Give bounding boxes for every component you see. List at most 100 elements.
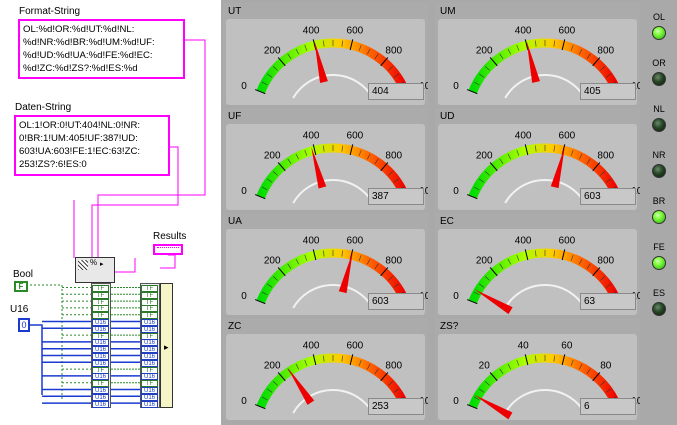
led-label-nr: NR [652,150,666,160]
gauge-hub-arc [504,389,586,414]
gauge-tick-label: 200 [476,256,493,267]
gauge-tick-label: 0 [241,81,247,92]
gauge-tick-label: 600 [347,131,364,142]
bool-constant[interactable]: F [14,281,28,292]
led-br[interactable] [652,210,666,224]
gauge-tick-label: 0 [241,186,247,197]
gauge-tick-label: 20 [479,361,491,372]
gauge-tick-label: 800 [597,256,614,267]
led-nr[interactable] [652,164,666,178]
gauge-hub-arc [504,74,586,99]
gauge-tick-label: 400 [303,236,320,247]
format-string-label: Format-String [19,6,81,17]
gauge-needle [474,394,513,420]
led-label-fe: FE [653,242,665,252]
gauge-tick-label: 400 [515,26,532,37]
gauge-tick-label: 400 [515,236,532,247]
gauge-ua[interactable]: UA02004006008001000603 [223,213,428,315]
scan-outputs-column: TF TF TF TF TF U16 U16 TF U16 U16 U16 U16 TF U16 TF U16… [91,283,111,408]
format-line: %d!UD:%d!UA:%d!FE:%d!EC: [23,50,153,61]
gauge-tick-label: 200 [264,361,281,372]
led-nl[interactable] [652,118,666,132]
gauge-tick-label: 0 [241,396,247,407]
gauge-digital-display[interactable]: 387 [368,188,424,205]
results-indicator[interactable] [153,244,183,255]
gauge-tick-label: 0 [453,81,459,92]
daten-line: OL:1!OR:0!UT:404!NL:0!NR: [19,120,141,131]
gauge-ec[interactable]: EC0200400600800100063 [435,213,640,315]
format-line: %d!NR:%d!BR:%d!UM:%d!UF: [23,37,155,48]
gauge-tick-label: 0 [453,291,459,302]
format-line: OL:%d!OR:%d!UT:%d!NL: [23,24,135,35]
gauge-hub-arc [292,179,374,204]
gauge-tick-label: 600 [559,26,576,37]
daten-string-constant[interactable]: OL:1!OR:0!UT:404!NL:0!NR: 0!BR:1!UM:405!… [14,115,170,176]
gauge-digital-display[interactable]: 404 [368,83,424,100]
gauge-tick-label: 80 [600,361,612,372]
block-diagram: Format-String OL:%d!OR:%d!UT:%d!NL: %d!N… [0,0,221,425]
gauge-zs[interactable]: ZS?0204060801006 [435,318,640,420]
u16-label: U16 [10,304,29,315]
daten-line: 253!ZS?:6!ES:0 [19,159,87,170]
gauge-tick-label: 40 [518,341,530,352]
gauge-needle [287,367,315,405]
gauge-hub-arc [504,284,586,309]
gauge-hub-arc [292,284,374,309]
gauge-digital-display[interactable]: 603 [580,188,636,205]
gauge-tick-label: 600 [347,26,364,37]
gauge-needle [474,289,513,315]
led-label-or: OR [652,58,666,68]
gauge-tick-label: 600 [347,236,364,247]
led-ol[interactable] [652,26,666,40]
daten-line: 603!UA:603!FE:1!EC:63!ZC: [19,146,141,157]
gauge-tick-label: 600 [347,341,364,352]
u16-constant[interactable]: 0 [18,318,30,332]
build-array-node[interactable]: ▸ [160,283,173,408]
gauge-tick-label: 200 [476,46,493,57]
gauge-ut[interactable]: UT02004006008001000404 [223,3,428,105]
gauge-tick-label: 400 [303,26,320,37]
gauge-hub-arc [504,179,586,204]
gauge-tick-label: 200 [264,256,281,267]
gauge-ud[interactable]: UD02004006008001000603 [435,108,640,210]
gauge-tick-label: 60 [561,341,573,352]
gauge-um[interactable]: UM02004006008001000405 [435,3,640,105]
gauge-zc[interactable]: ZC02004006008001000253 [223,318,428,420]
gauge-tick-label: 800 [385,151,402,162]
gauge-tick-label: 600 [559,236,576,247]
led-label-ol: OL [652,12,665,22]
array-icon [157,247,179,254]
gauge-digital-display[interactable]: 405 [580,83,636,100]
daten-string-label: Daten-String [15,102,72,113]
gauge-uf[interactable]: UF02004006008001000387 [223,108,428,210]
results-label: Results [153,231,187,242]
gauge-tick-label: 200 [264,151,281,162]
gauge-tick-label: 800 [385,46,402,57]
bool-label: Bool [13,269,34,280]
gauge-digital-display[interactable]: 253 [368,398,424,415]
gauge-tick-label: 800 [385,361,402,372]
front-panel: UT02004006008001000404UM0200400600800100… [221,0,677,425]
gauge-digital-display[interactable]: 6 [580,398,636,415]
gauge-digital-display[interactable]: 603 [368,293,424,310]
gauge-digital-display[interactable]: 63 [580,293,636,310]
scan-from-string-node[interactable]: % ▸ [75,257,115,283]
scan-u16-output: U16 [92,400,109,408]
led-fe[interactable] [652,256,666,270]
gauge-tick-label: 400 [515,131,532,142]
build-array-inputs-column: TF TF TF TF TF U16 U16 TF U16 U16 U16 U16 TF U16 TF U16… [140,283,160,408]
led-or[interactable] [652,72,666,86]
gauge-tick-label: 800 [597,46,614,57]
daten-line: 0!BR:1!UM:405!UF:387!UD: [19,133,138,144]
build-u16-input: U16 [141,400,158,408]
led-es[interactable] [652,302,666,316]
output-arrow-icon: ▸ [164,342,169,352]
format-string-constant[interactable]: OL:%d!OR:%d!UT:%d!NL: %d!NR:%d!BR:%d!UM:… [18,19,185,79]
results-wire [160,254,176,269]
gauge-tick-label: 800 [597,151,614,162]
format-line: %d!ZC:%d!ZS?:%d!ES:%d [23,63,138,74]
scan-pattern-icon [78,260,88,270]
led-label-nl: NL [653,104,665,114]
arrow-icon: ▸ [100,261,104,268]
gauge-tick-label: 400 [303,131,320,142]
